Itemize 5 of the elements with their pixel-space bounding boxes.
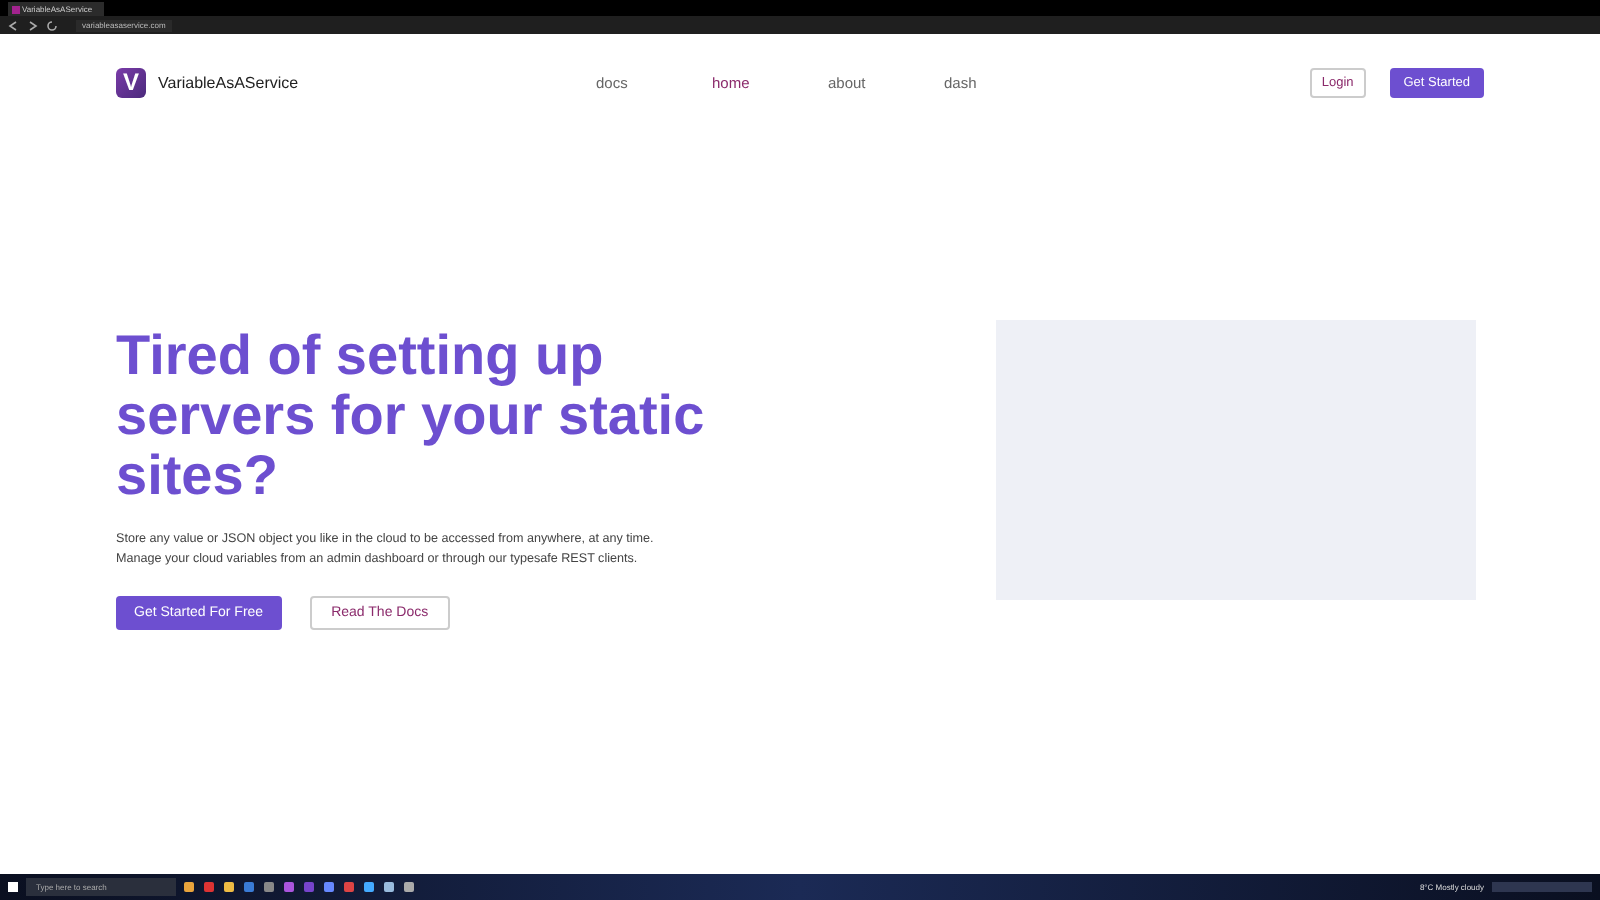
hero-title: Tired of setting up servers for your static sites?: [116, 326, 707, 506]
logo-icon: V: [116, 67, 146, 97]
favicon-icon: [12, 5, 20, 13]
brand-name[interactable]: VariableAsAService: [158, 73, 299, 91]
start-icon[interactable]: [8, 882, 18, 892]
